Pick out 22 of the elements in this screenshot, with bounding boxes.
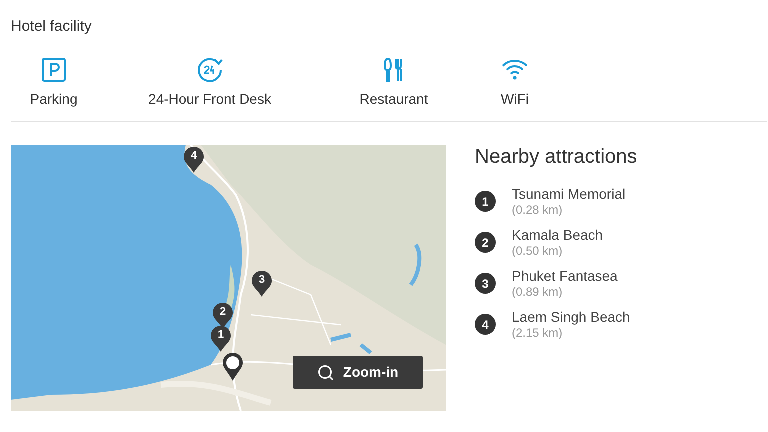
attraction-distance: (0.89 km) <box>512 285 564 300</box>
facility-label: Parking <box>30 91 78 107</box>
zoom-in-button[interactable]: Zoom-in <box>293 356 423 389</box>
number-badge: 1 <box>475 191 496 212</box>
facility-label: Restaurant <box>360 91 428 107</box>
number-badge: 4 <box>475 314 496 335</box>
search-icon <box>317 364 336 382</box>
attraction-name: Tsunami Memorial <box>512 185 626 203</box>
attraction-distance: (0.50 km) <box>512 244 564 259</box>
attraction-name: Phuket Fantasea <box>512 267 618 285</box>
parking-icon <box>39 55 69 85</box>
section-title: Hotel facility <box>11 17 92 37</box>
number-badge: 2 <box>475 232 496 253</box>
nearby-title: Nearby attractions <box>475 145 638 169</box>
attraction-distance: (2.15 km) <box>512 326 564 341</box>
attraction-name: Laem Singh Beach <box>512 308 630 326</box>
attraction-name: Kamala Beach <box>512 226 604 244</box>
facility-label: 24-Hour Front Desk <box>148 91 272 107</box>
attraction-distance: (0.28 km) <box>512 203 564 218</box>
number-badge: 3 <box>475 273 496 294</box>
hotel-marker-icon <box>222 352 244 382</box>
facility-label: WiFi <box>501 91 529 107</box>
